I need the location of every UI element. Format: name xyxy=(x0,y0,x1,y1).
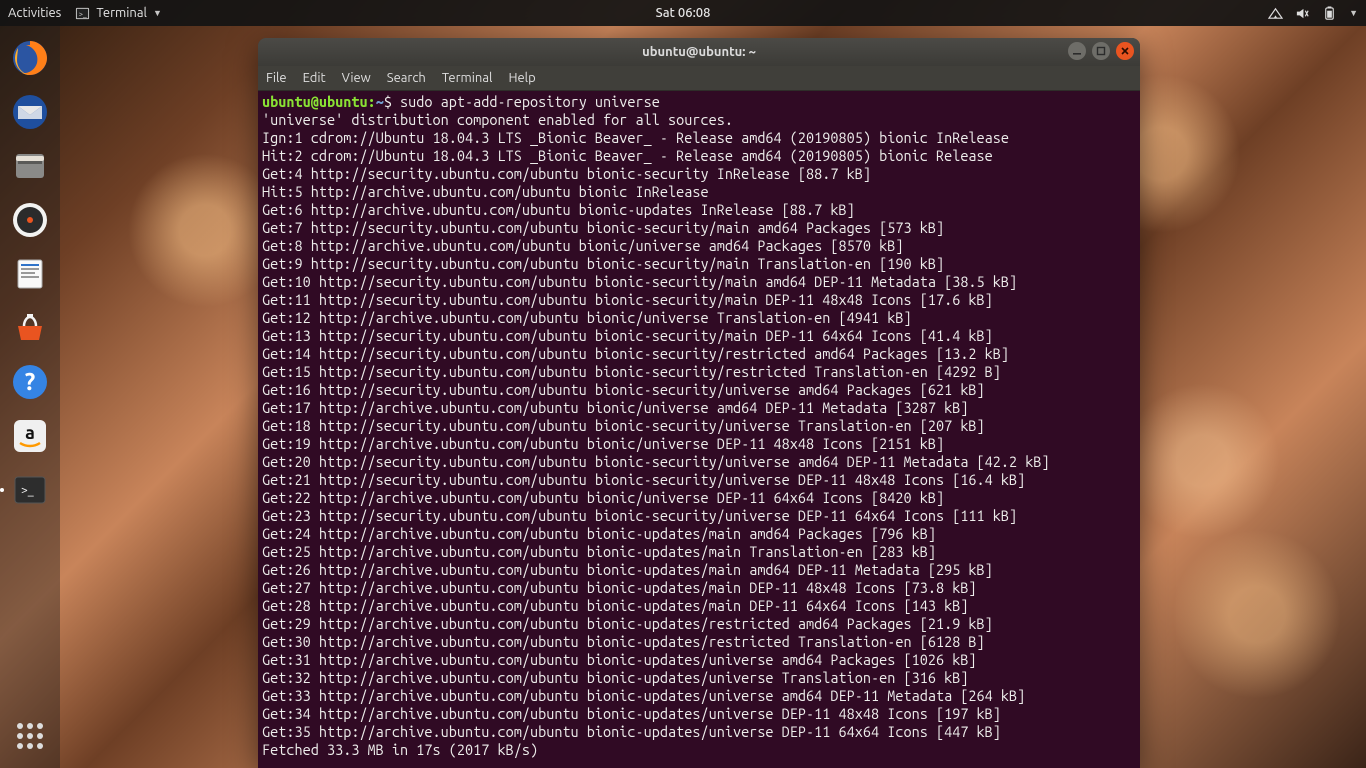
show-applications-button[interactable] xyxy=(6,712,54,760)
top-panel: Activities >_ Terminal ▼ Sat 06:08 ▼ xyxy=(0,0,1366,26)
chevron-down-icon: ▼ xyxy=(1349,8,1358,18)
app-menu[interactable]: >_ Terminal ▼ xyxy=(75,6,162,21)
terminal-output-line: Get:25 http://archive.ubuntu.com/ubuntu … xyxy=(262,543,1136,561)
menu-search[interactable]: Search xyxy=(387,71,426,85)
terminal-window: ubuntu@ubuntu: ~ File Edit View Search T… xyxy=(258,38,1140,768)
chevron-down-icon: ▼ xyxy=(153,8,162,18)
terminal-output-line: Get:20 http://security.ubuntu.com/ubuntu… xyxy=(262,453,1136,471)
menu-edit[interactable]: Edit xyxy=(303,71,326,85)
activities-button[interactable]: Activities xyxy=(8,6,61,20)
menu-help[interactable]: Help xyxy=(508,71,535,85)
svg-text:?: ? xyxy=(25,368,36,395)
terminal-menubar: File Edit View Search Terminal Help xyxy=(258,66,1140,91)
terminal-output-line: Get:29 http://archive.ubuntu.com/ubuntu … xyxy=(262,615,1136,633)
terminal-output-line: Get:8 http://archive.ubuntu.com/ubuntu b… xyxy=(262,237,1136,255)
menu-view[interactable]: View xyxy=(342,71,371,85)
terminal-output-line: Get:14 http://security.ubuntu.com/ubuntu… xyxy=(262,345,1136,363)
system-status-area[interactable]: ▼ xyxy=(1268,6,1358,21)
dock-item-help[interactable]: ? xyxy=(6,358,54,406)
terminal-output-line: Get:18 http://security.ubuntu.com/ubuntu… xyxy=(262,417,1136,435)
clock[interactable]: Sat 06:08 xyxy=(656,6,711,20)
svg-text:a: a xyxy=(25,423,35,443)
terminal-output-line: Get:15 http://security.ubuntu.com/ubuntu… xyxy=(262,363,1136,381)
window-close-button[interactable] xyxy=(1116,42,1134,60)
dock-item-amazon[interactable]: a xyxy=(6,412,54,460)
terminal-output-line: Get:19 http://archive.ubuntu.com/ubuntu … xyxy=(262,435,1136,453)
svg-text:>_: >_ xyxy=(79,10,87,18)
terminal-output-line: Get:35 http://archive.ubuntu.com/ubuntu … xyxy=(262,723,1136,741)
network-icon xyxy=(1268,6,1283,21)
terminal-output-line: Get:34 http://archive.ubuntu.com/ubuntu … xyxy=(262,705,1136,723)
terminal-output-line: Get:16 http://security.ubuntu.com/ubuntu… xyxy=(262,381,1136,399)
dock-item-files[interactable] xyxy=(6,142,54,190)
app-menu-label: Terminal xyxy=(96,6,147,20)
svg-text:>_: >_ xyxy=(21,484,34,497)
grid-icon xyxy=(17,723,43,749)
terminal-output-line: Get:32 http://archive.ubuntu.com/ubuntu … xyxy=(262,669,1136,687)
window-maximize-button[interactable] xyxy=(1092,42,1110,60)
terminal-output-line: Get:4 http://security.ubuntu.com/ubuntu … xyxy=(262,165,1136,183)
dock-item-firefox[interactable] xyxy=(6,34,54,82)
menu-terminal[interactable]: Terminal xyxy=(442,71,493,85)
terminal-output-line: Get:27 http://archive.ubuntu.com/ubuntu … xyxy=(262,579,1136,597)
terminal-output-line: 'universe' distribution component enable… xyxy=(262,111,1136,129)
dock-item-thunderbird[interactable] xyxy=(6,88,54,136)
terminal-output-line: Get:9 http://security.ubuntu.com/ubuntu … xyxy=(262,255,1136,273)
terminal-output-line: Get:6 http://archive.ubuntu.com/ubuntu b… xyxy=(262,201,1136,219)
terminal-output-line: Get:28 http://archive.ubuntu.com/ubuntu … xyxy=(262,597,1136,615)
window-titlebar[interactable]: ubuntu@ubuntu: ~ xyxy=(258,38,1140,66)
dock-item-rhythmbox[interactable] xyxy=(6,196,54,244)
terminal-output-line: Get:7 http://security.ubuntu.com/ubuntu … xyxy=(262,219,1136,237)
terminal-output-line: Hit:5 http://archive.ubuntu.com/ubuntu b… xyxy=(262,183,1136,201)
terminal-output-line: Get:12 http://archive.ubuntu.com/ubuntu … xyxy=(262,309,1136,327)
terminal-viewport[interactable]: ubuntu@ubuntu:~$ sudo apt-add-repository… xyxy=(258,91,1140,768)
terminal-output-line: Get:21 http://security.ubuntu.com/ubuntu… xyxy=(262,471,1136,489)
window-minimize-button[interactable] xyxy=(1068,42,1086,60)
terminal-output-line: Get:11 http://security.ubuntu.com/ubuntu… xyxy=(262,291,1136,309)
terminal-output-line: Get:22 http://archive.ubuntu.com/ubuntu … xyxy=(262,489,1136,507)
terminal-output-line: Ign:1 cdrom://Ubuntu 18.04.3 LTS _Bionic… xyxy=(262,129,1136,147)
terminal-output-line: Get:26 http://archive.ubuntu.com/ubuntu … xyxy=(262,561,1136,579)
terminal-output-line: Get:33 http://archive.ubuntu.com/ubuntu … xyxy=(262,687,1136,705)
terminal-output-line: Get:31 http://archive.ubuntu.com/ubuntu … xyxy=(262,651,1136,669)
volume-icon xyxy=(1295,6,1310,21)
menu-file[interactable]: File xyxy=(266,71,287,85)
dock-item-software[interactable] xyxy=(6,304,54,352)
terminal-output-line: Get:10 http://security.ubuntu.com/ubuntu… xyxy=(262,273,1136,291)
terminal-output-line: Get:13 http://security.ubuntu.com/ubuntu… xyxy=(262,327,1136,345)
terminal-output-line: Get:24 http://archive.ubuntu.com/ubuntu … xyxy=(262,525,1136,543)
terminal-output-line: Get:30 http://archive.ubuntu.com/ubuntu … xyxy=(262,633,1136,651)
dock-item-terminal[interactable]: >_ xyxy=(6,466,54,514)
terminal-icon: >_ xyxy=(75,6,90,21)
window-title: ubuntu@ubuntu: ~ xyxy=(642,45,756,59)
terminal-output-line: Get:17 http://archive.ubuntu.com/ubuntu … xyxy=(262,399,1136,417)
terminal-output-line: Hit:2 cdrom://Ubuntu 18.04.3 LTS _Bionic… xyxy=(262,147,1136,165)
dock-item-writer[interactable] xyxy=(6,250,54,298)
terminal-output-line: Get:23 http://security.ubuntu.com/ubuntu… xyxy=(262,507,1136,525)
battery-icon xyxy=(1322,6,1337,21)
terminal-output-line: Fetched 33.3 MB in 17s (2017 kB/s) xyxy=(262,741,1136,759)
dock: ? a >_ xyxy=(0,26,60,768)
